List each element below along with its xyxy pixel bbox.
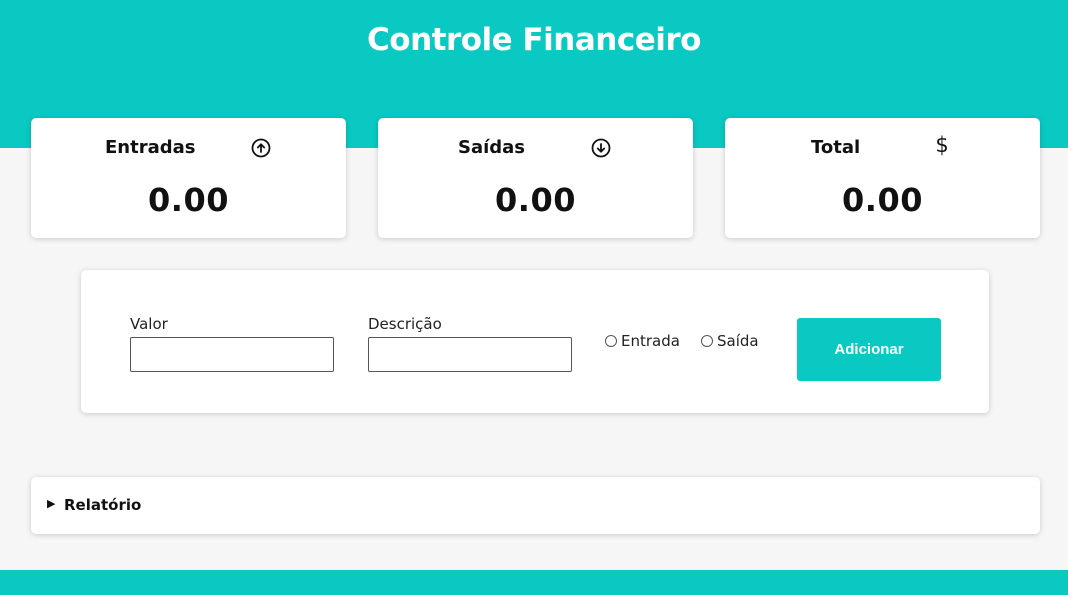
report-title[interactable]: Relatório xyxy=(64,496,141,514)
card-saidas-label: Saídas xyxy=(458,137,526,158)
card-saidas-value: 0.00 xyxy=(495,181,576,219)
radio-entrada[interactable]: Entrada xyxy=(605,332,680,350)
card-entradas-value: 0.00 xyxy=(148,181,229,219)
card-saidas: Saídas 0.00 xyxy=(378,118,693,238)
radio-saida-label: Saída xyxy=(717,332,759,350)
arrow-down-circle-icon xyxy=(591,138,611,158)
descricao-label: Descrição xyxy=(368,315,442,333)
valor-input[interactable] xyxy=(130,337,334,372)
transaction-form: Valor Descrição Entrada Saída Adicionar xyxy=(81,270,989,413)
dollar-icon: $ xyxy=(935,133,949,157)
page-title: Controle Financeiro xyxy=(367,22,701,58)
arrow-up-circle-icon xyxy=(251,138,271,158)
descricao-input[interactable] xyxy=(368,337,572,372)
add-button[interactable]: Adicionar xyxy=(797,318,941,381)
radio-entrada-label: Entrada xyxy=(621,332,680,350)
card-entradas-label: Entradas xyxy=(105,137,196,158)
valor-label: Valor xyxy=(130,315,168,333)
report-section[interactable]: ▶ Relatório xyxy=(31,477,1040,534)
radio-entrada-circle[interactable] xyxy=(605,335,617,347)
footer-band xyxy=(0,570,1068,595)
radio-saida-circle[interactable] xyxy=(701,335,713,347)
card-total: Total $ 0.00 xyxy=(725,118,1040,238)
radio-saida[interactable]: Saída xyxy=(701,332,759,350)
card-total-value: 0.00 xyxy=(842,181,923,219)
expand-triangle-icon[interactable]: ▶ xyxy=(47,497,55,510)
card-entradas: Entradas 0.00 xyxy=(31,118,346,238)
card-total-label: Total xyxy=(811,137,861,158)
